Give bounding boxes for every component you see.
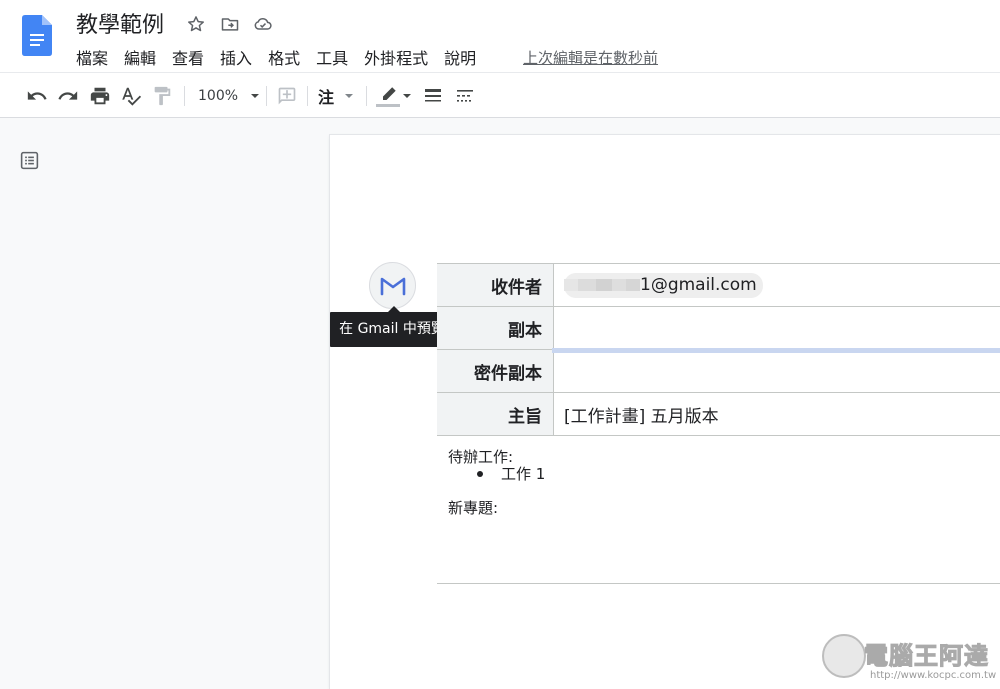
toolbar: 100% 注 bbox=[0, 72, 1000, 118]
paint-format-icon bbox=[154, 86, 171, 106]
recipient-chip[interactable]: 1@gmail.com bbox=[564, 272, 763, 298]
gmail-icon bbox=[380, 277, 405, 295]
undo-button[interactable] bbox=[26, 85, 48, 107]
email-label-to: 收件者 bbox=[437, 264, 554, 306]
menu-addons[interactable]: 外掛程式 bbox=[364, 48, 428, 70]
menu-view[interactable]: 查看 bbox=[172, 48, 204, 70]
line-spacing-icon bbox=[425, 89, 441, 102]
toolbar-divider bbox=[184, 86, 185, 106]
gmail-preview-button[interactable] bbox=[369, 262, 416, 309]
spellcheck-icon bbox=[122, 87, 142, 106]
chevron-down-icon bbox=[345, 94, 354, 98]
gmail-preview-tooltip: 在 Gmail 中預覽 bbox=[330, 312, 454, 347]
more-options-button[interactable] bbox=[454, 85, 476, 107]
list-item-text: 工作 1 bbox=[501, 465, 546, 483]
email-value-bcc[interactable] bbox=[554, 350, 1000, 392]
outline-icon[interactable] bbox=[19, 150, 40, 171]
print-button[interactable] bbox=[89, 85, 111, 107]
redo-button[interactable] bbox=[57, 85, 79, 107]
docs-logo[interactable] bbox=[22, 15, 52, 56]
recipient-email: 1@gmail.com bbox=[640, 275, 757, 295]
spellcheck-button[interactable] bbox=[120, 85, 142, 107]
menu-bar: 檔案 編輯 查看 插入 格式 工具 外掛程式 說明 bbox=[76, 47, 492, 71]
line-spacing-button[interactable] bbox=[422, 85, 444, 107]
add-comment-icon bbox=[278, 87, 296, 105]
menu-tools[interactable]: 工具 bbox=[316, 48, 348, 70]
star-icon[interactable] bbox=[186, 14, 206, 34]
email-value-subject[interactable]: [工作計畫] 五月版本 bbox=[554, 393, 1000, 435]
toolbar-divider bbox=[307, 86, 308, 106]
email-row-bcc: 密件副本 bbox=[437, 350, 1000, 393]
menu-help[interactable]: 說明 bbox=[444, 48, 476, 70]
email-label-cc: 副本 bbox=[437, 307, 554, 349]
watermark-text: 電腦王阿達 bbox=[864, 642, 989, 671]
chevron-down-icon bbox=[251, 94, 260, 98]
email-label-subject: 主旨 bbox=[437, 393, 554, 435]
toolbar-divider bbox=[366, 86, 367, 106]
email-draft-table: 收件者 1@gmail.com 副本 密件副本 主旨 [工作計畫] 五月版本 bbox=[437, 263, 1000, 436]
bullet-icon bbox=[477, 471, 483, 477]
menu-lines-icon bbox=[457, 90, 473, 102]
menu-insert[interactable]: 插入 bbox=[220, 48, 252, 70]
document-title[interactable]: 教學範例 bbox=[76, 12, 164, 40]
menu-format[interactable]: 格式 bbox=[268, 48, 300, 70]
site-watermark: 電腦王阿達 http://www.kocpc.com.tw bbox=[818, 628, 996, 686]
email-label-bcc: 密件副本 bbox=[437, 350, 554, 392]
app-header: 教學範例 檔案 編輯 查看 插入 格式 工具 外掛程式 說明 上次編輯是在數秒前 bbox=[0, 0, 1000, 72]
toolbar-divider bbox=[266, 86, 267, 106]
move-to-folder-icon[interactable] bbox=[220, 14, 240, 34]
style-select[interactable]: 注 bbox=[318, 85, 358, 107]
email-value-cc[interactable] bbox=[552, 307, 1000, 353]
email-row-cc: 副本 bbox=[437, 307, 1000, 353]
zoom-value: 100% bbox=[198, 88, 239, 104]
email-end-divider bbox=[437, 583, 1000, 584]
paint-format-button[interactable] bbox=[151, 85, 173, 107]
chevron-down-icon bbox=[403, 94, 411, 98]
new-topic-heading[interactable]: 新專題: bbox=[448, 498, 498, 518]
redo-icon bbox=[58, 91, 78, 100]
redacted-email-prefix bbox=[564, 273, 640, 298]
cloud-saved-icon[interactable] bbox=[253, 14, 273, 34]
email-value-to[interactable]: 1@gmail.com bbox=[554, 264, 1000, 306]
email-row-subject: 主旨 [工作計畫] 五月版本 bbox=[437, 393, 1000, 436]
menu-file[interactable]: 檔案 bbox=[76, 48, 108, 70]
watermark-url: http://www.kocpc.com.tw bbox=[870, 670, 997, 681]
undo-icon bbox=[27, 91, 47, 100]
add-comment-button[interactable] bbox=[276, 85, 298, 107]
mascot-face-icon bbox=[822, 634, 866, 678]
email-row-to: 收件者 1@gmail.com bbox=[437, 264, 1000, 307]
highlight-color-icon bbox=[376, 87, 400, 107]
highlight-color-button[interactable] bbox=[376, 85, 412, 107]
print-icon bbox=[90, 87, 110, 105]
menu-edit[interactable]: 編輯 bbox=[124, 48, 156, 70]
list-item[interactable]: 工作 1 bbox=[477, 464, 545, 484]
zoom-select[interactable]: 100% bbox=[198, 85, 260, 107]
last-edit-link[interactable]: 上次編輯是在數秒前 bbox=[523, 47, 658, 69]
style-value: 注 bbox=[318, 88, 335, 107]
